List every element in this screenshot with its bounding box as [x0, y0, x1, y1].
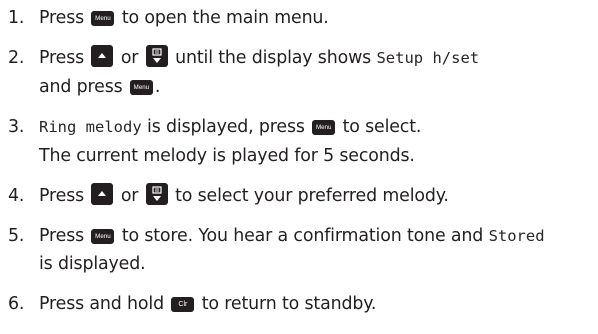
step-text: Press Menu to store. You hear a confirma… [39, 225, 545, 275]
step-number: 6. [8, 294, 25, 315]
display-text: Ring melody [39, 117, 142, 136]
step-3: 3. Ring melody is displayed, press Menu … [8, 113, 598, 171]
menu-key-icon: Menu [312, 119, 336, 135]
step-text: Press and hold Clr to return to standby. [39, 294, 377, 315]
step-text: Press Menu to open the main menu. [39, 8, 329, 28]
step-2: 2. Press or until the display shows Setu… [8, 44, 598, 102]
instruction-steps: 1. Press Menu to open the main menu. 2. … [8, 4, 598, 319]
step-number: 5. [8, 225, 25, 246]
up-arrow-key-icon [91, 182, 114, 205]
step-6: 6. Press and hold Clr to return to stand… [8, 290, 598, 319]
step-number: 4. [8, 185, 25, 206]
down-arrow-phonebook-key-icon [145, 182, 168, 205]
step-text: Press or until the display shows Setup h… [39, 44, 598, 102]
down-arrow-phonebook-key-icon [145, 44, 168, 67]
step-number: 2. [8, 47, 25, 68]
step-number: 3. [8, 116, 25, 137]
menu-key-icon: Menu [91, 11, 115, 26]
display-text: Setup h/set [376, 48, 480, 67]
step-4: 4. Press or to select your preferred mel… [8, 182, 598, 211]
up-arrow-key-icon [91, 44, 114, 67]
step-text: Ring melody is displayed, press Menu to … [39, 116, 422, 166]
step-1: 1. Press Menu to open the main menu. [8, 4, 598, 33]
step-text: Press or to select your preferred melody… [39, 182, 598, 211]
step-5: 5. Press Menu to store. You hear a confi… [8, 222, 598, 280]
menu-key-icon: Menu [129, 79, 153, 95]
step-number: 1. [8, 8, 25, 28]
display-text: Stored [488, 226, 545, 245]
menu-key-icon: Menu [91, 228, 115, 244]
clear-key-icon: Clr [171, 297, 195, 313]
